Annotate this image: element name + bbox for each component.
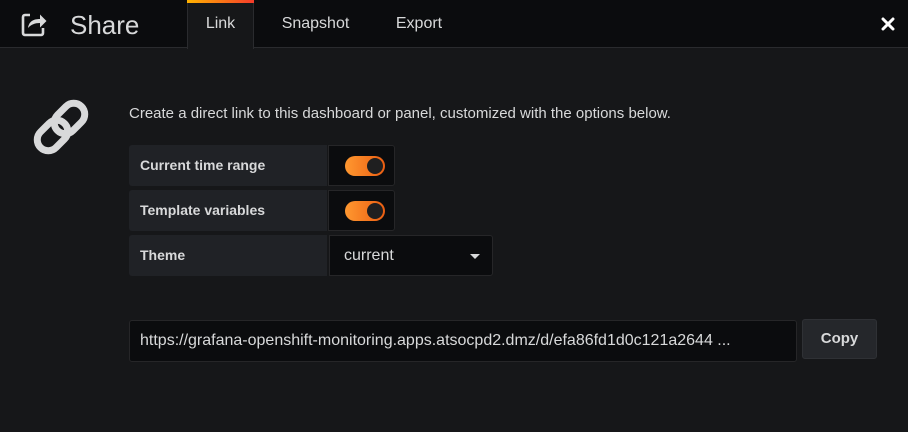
- toggle-knob: [367, 203, 383, 219]
- copy-button[interactable]: Copy: [802, 319, 877, 359]
- tab-export[interactable]: Export: [384, 0, 454, 48]
- share-url-input[interactable]: https://grafana-openshift-monitoring.app…: [129, 320, 797, 362]
- template-variables-toggle[interactable]: [328, 190, 395, 231]
- tab-snapshot[interactable]: Snapshot: [268, 0, 363, 48]
- modal-header: Share Link Snapshot Export: [0, 0, 908, 49]
- toggle-track: [345, 156, 385, 176]
- link-icon: [33, 99, 89, 155]
- template-variables-label: Template variables: [129, 190, 327, 231]
- modal-title: Share: [70, 10, 140, 40]
- current-time-range-label: Current time range: [129, 145, 327, 186]
- share-icon: [21, 13, 47, 37]
- toggle-track: [345, 201, 385, 221]
- current-time-range-toggle[interactable]: [328, 145, 395, 186]
- theme-select-value: current: [344, 247, 394, 264]
- theme-label: Theme: [129, 235, 327, 276]
- tab-link[interactable]: Link: [187, 0, 254, 49]
- theme-select[interactable]: current: [329, 235, 493, 276]
- toggle-knob: [367, 158, 383, 174]
- chevron-down-icon: [470, 254, 480, 259]
- close-icon[interactable]: [878, 14, 898, 34]
- share-description: Create a direct link to this dashboard o…: [129, 105, 671, 122]
